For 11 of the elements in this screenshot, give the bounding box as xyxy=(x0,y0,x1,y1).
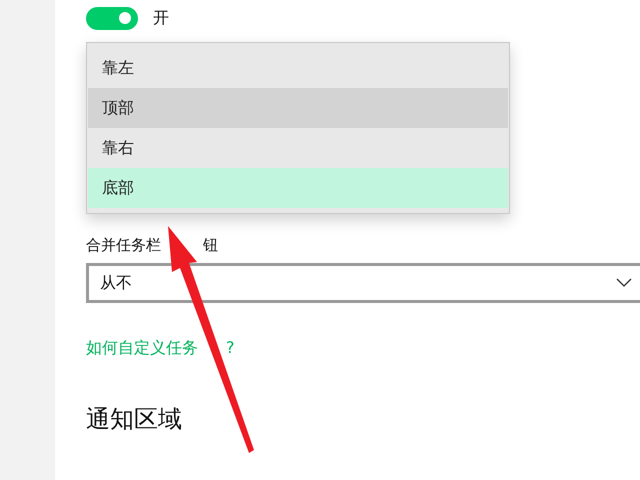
menu-item[interactable]: 靠右 xyxy=(88,128,508,168)
combine-buttons-dropdown[interactable]: 从不 xyxy=(86,262,640,302)
combine-buttons-label: 合并任务栏 xyxy=(86,235,161,256)
section-heading: 通知区域 xyxy=(86,404,183,434)
toggle-label: 开 xyxy=(153,7,169,29)
menu-item[interactable]: 靠左 xyxy=(88,48,508,88)
menu-item[interactable]: 底部 xyxy=(88,168,508,208)
chevron-down-icon xyxy=(616,278,632,287)
combine-buttons-label: 钮 xyxy=(203,235,218,256)
toggle-switch[interactable] xyxy=(86,6,138,30)
menu-item[interactable]: 顶部 xyxy=(88,88,508,128)
